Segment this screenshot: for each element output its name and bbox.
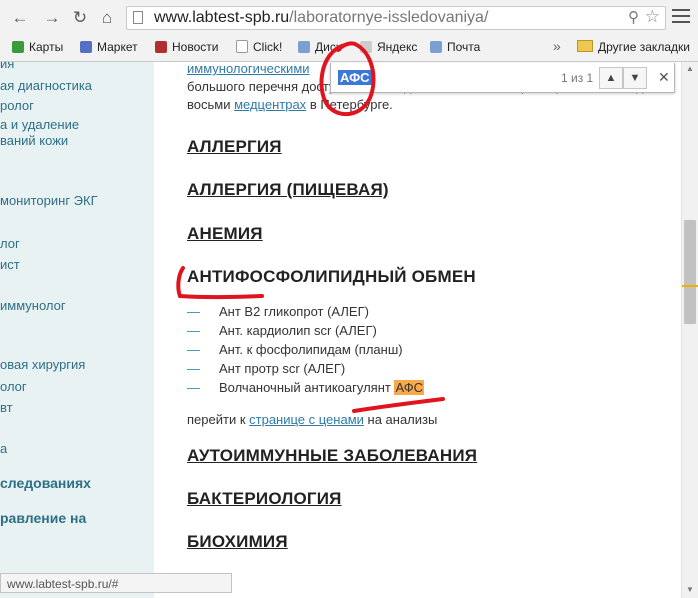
other-bookmarks[interactable]: Другие закладки xyxy=(577,40,690,54)
intro-line: восьми медцентрах в Петербурге. xyxy=(187,97,393,112)
bookmark-mail[interactable]: Почта xyxy=(430,40,480,54)
reload-icon[interactable]: ↻ xyxy=(70,8,90,28)
chevron-double-icon[interactable]: » xyxy=(553,38,561,54)
back-icon[interactable]: ← xyxy=(10,8,30,28)
find-match-count: 1 из 1 xyxy=(561,71,594,85)
vertical-scrollbar[interactable]: ▲ ▼ xyxy=(681,62,698,598)
forward-icon[interactable]: → xyxy=(42,8,62,28)
bookmark-maps[interactable]: Карты xyxy=(12,40,63,54)
sidebar-item[interactable]: олог xyxy=(0,379,27,394)
sidebar-item[interactable]: равление на xyxy=(0,510,86,526)
list-item: — Ант. кардиолип scr (АЛЕГ) xyxy=(187,323,377,338)
main-content: иммунологическими большого перечня досту… xyxy=(154,62,681,598)
bookmark-click[interactable]: Click! xyxy=(236,40,282,54)
immunology-link[interactable]: иммунологическими xyxy=(187,62,310,76)
scroll-down-icon[interactable]: ▼ xyxy=(686,585,694,594)
close-icon[interactable]: ✕ xyxy=(658,69,670,86)
bookmark-news[interactable]: Новости xyxy=(155,40,218,54)
sidebar-item[interactable]: вт xyxy=(0,400,13,415)
maps-icon xyxy=(12,41,24,53)
scroll-up-icon[interactable]: ▲ xyxy=(686,64,694,73)
market-icon xyxy=(80,41,92,53)
sidebar: ия ая диагностика ролог а и удаление ван… xyxy=(0,62,154,598)
sidebar-item[interactable]: ист xyxy=(0,257,20,272)
bookmark-disk[interactable]: Диск xyxy=(298,40,341,54)
find-bar: АФС 1 из 1 ▲ ▼ ✕ xyxy=(330,63,675,93)
page-icon xyxy=(133,11,143,24)
sidebar-item[interactable]: ая диагностика xyxy=(0,78,92,93)
star-icon[interactable]: ☆ xyxy=(645,7,660,27)
find-next-button[interactable]: ▼ xyxy=(623,67,647,89)
bookmarks-bar: Карты Маркет Новости Click! Диск Яндекс … xyxy=(0,36,698,62)
list-item: — Ант В2 гликопрот (АЛЕГ) xyxy=(187,304,369,319)
sidebar-item[interactable]: овая хирургия xyxy=(0,357,85,372)
find-previous-button[interactable]: ▲ xyxy=(599,67,623,89)
page-icon xyxy=(236,40,248,53)
menu-icon[interactable] xyxy=(672,9,690,25)
address-bar[interactable]: www.labtest-spb.ru/laboratornye-issledov… xyxy=(126,6,666,30)
sidebar-item[interactable]: ваний кожи xyxy=(0,133,68,148)
list-item: — Волчаночный антикоагулянт АФС xyxy=(187,380,424,395)
home-icon[interactable]: ⌂ xyxy=(97,8,117,28)
mail-icon xyxy=(430,41,442,53)
find-result-marker xyxy=(682,285,698,287)
section-heading[interactable]: АНЕМИЯ xyxy=(187,224,263,244)
bookmark-market[interactable]: Маркет xyxy=(80,40,138,54)
folder-icon xyxy=(577,40,593,52)
search-match-highlight: АФС xyxy=(394,380,424,395)
sidebar-item[interactable]: лог xyxy=(0,236,20,251)
search-icon[interactable]: ⚲ xyxy=(628,8,639,26)
sidebar-item[interactable]: ролог xyxy=(0,98,34,113)
browser-toolbar: ← → ↻ ⌂ www.labtest-spb.ru/laboratornye-… xyxy=(0,0,698,36)
medcenters-link[interactable]: медцентрах xyxy=(234,97,306,112)
bookmark-yandex[interactable]: Яндекс xyxy=(360,40,417,54)
sidebar-item[interactable]: ия xyxy=(0,62,14,71)
status-bar: www.labtest-spb.ru/# xyxy=(0,573,232,593)
list-item: — Ант протр scr (АЛЕГ) xyxy=(187,361,346,376)
sidebar-item[interactable]: а и удаление xyxy=(0,117,79,132)
list-item: — Ант. к фосфолипидам (планш) xyxy=(187,342,403,357)
section-heading[interactable]: БАКТЕРИОЛОГИЯ xyxy=(187,489,342,509)
url-text[interactable]: www.labtest-spb.ru/laboratornye-issledov… xyxy=(154,9,488,27)
sidebar-item[interactable]: а xyxy=(0,441,7,456)
test-list: — Ант В2 гликопрот (АЛЕГ) — Ант. кардиолип… xyxy=(187,304,424,399)
section-heading[interactable]: АУТОИММУННЫЕ ЗАБОЛЕВАНИЯ xyxy=(187,446,477,466)
mail-icon xyxy=(298,41,310,53)
price-line: перейти к странице с ценами на анализы xyxy=(187,412,438,427)
news-icon xyxy=(155,41,167,53)
section-heading[interactable]: БИОХИМИЯ xyxy=(187,532,288,552)
sidebar-item[interactable]: мониторинг ЭКГ xyxy=(0,193,98,208)
find-input[interactable]: АФС xyxy=(338,70,372,85)
section-heading-active[interactable]: АНТИФОСФОЛИПИДНЫЙ ОБМЕН xyxy=(187,267,476,287)
price-page-link[interactable]: странице с ценами xyxy=(249,412,364,427)
sidebar-item[interactable]: следованиях xyxy=(0,475,91,491)
section-heading[interactable]: АЛЛЕРГИЯ (ПИЩЕВАЯ) xyxy=(187,180,389,200)
scrollbar-thumb[interactable] xyxy=(684,220,696,324)
yandex-icon xyxy=(360,41,372,53)
section-heading[interactable]: АЛЛЕРГИЯ xyxy=(187,137,282,157)
sidebar-item[interactable]: иммунолог xyxy=(0,298,66,313)
